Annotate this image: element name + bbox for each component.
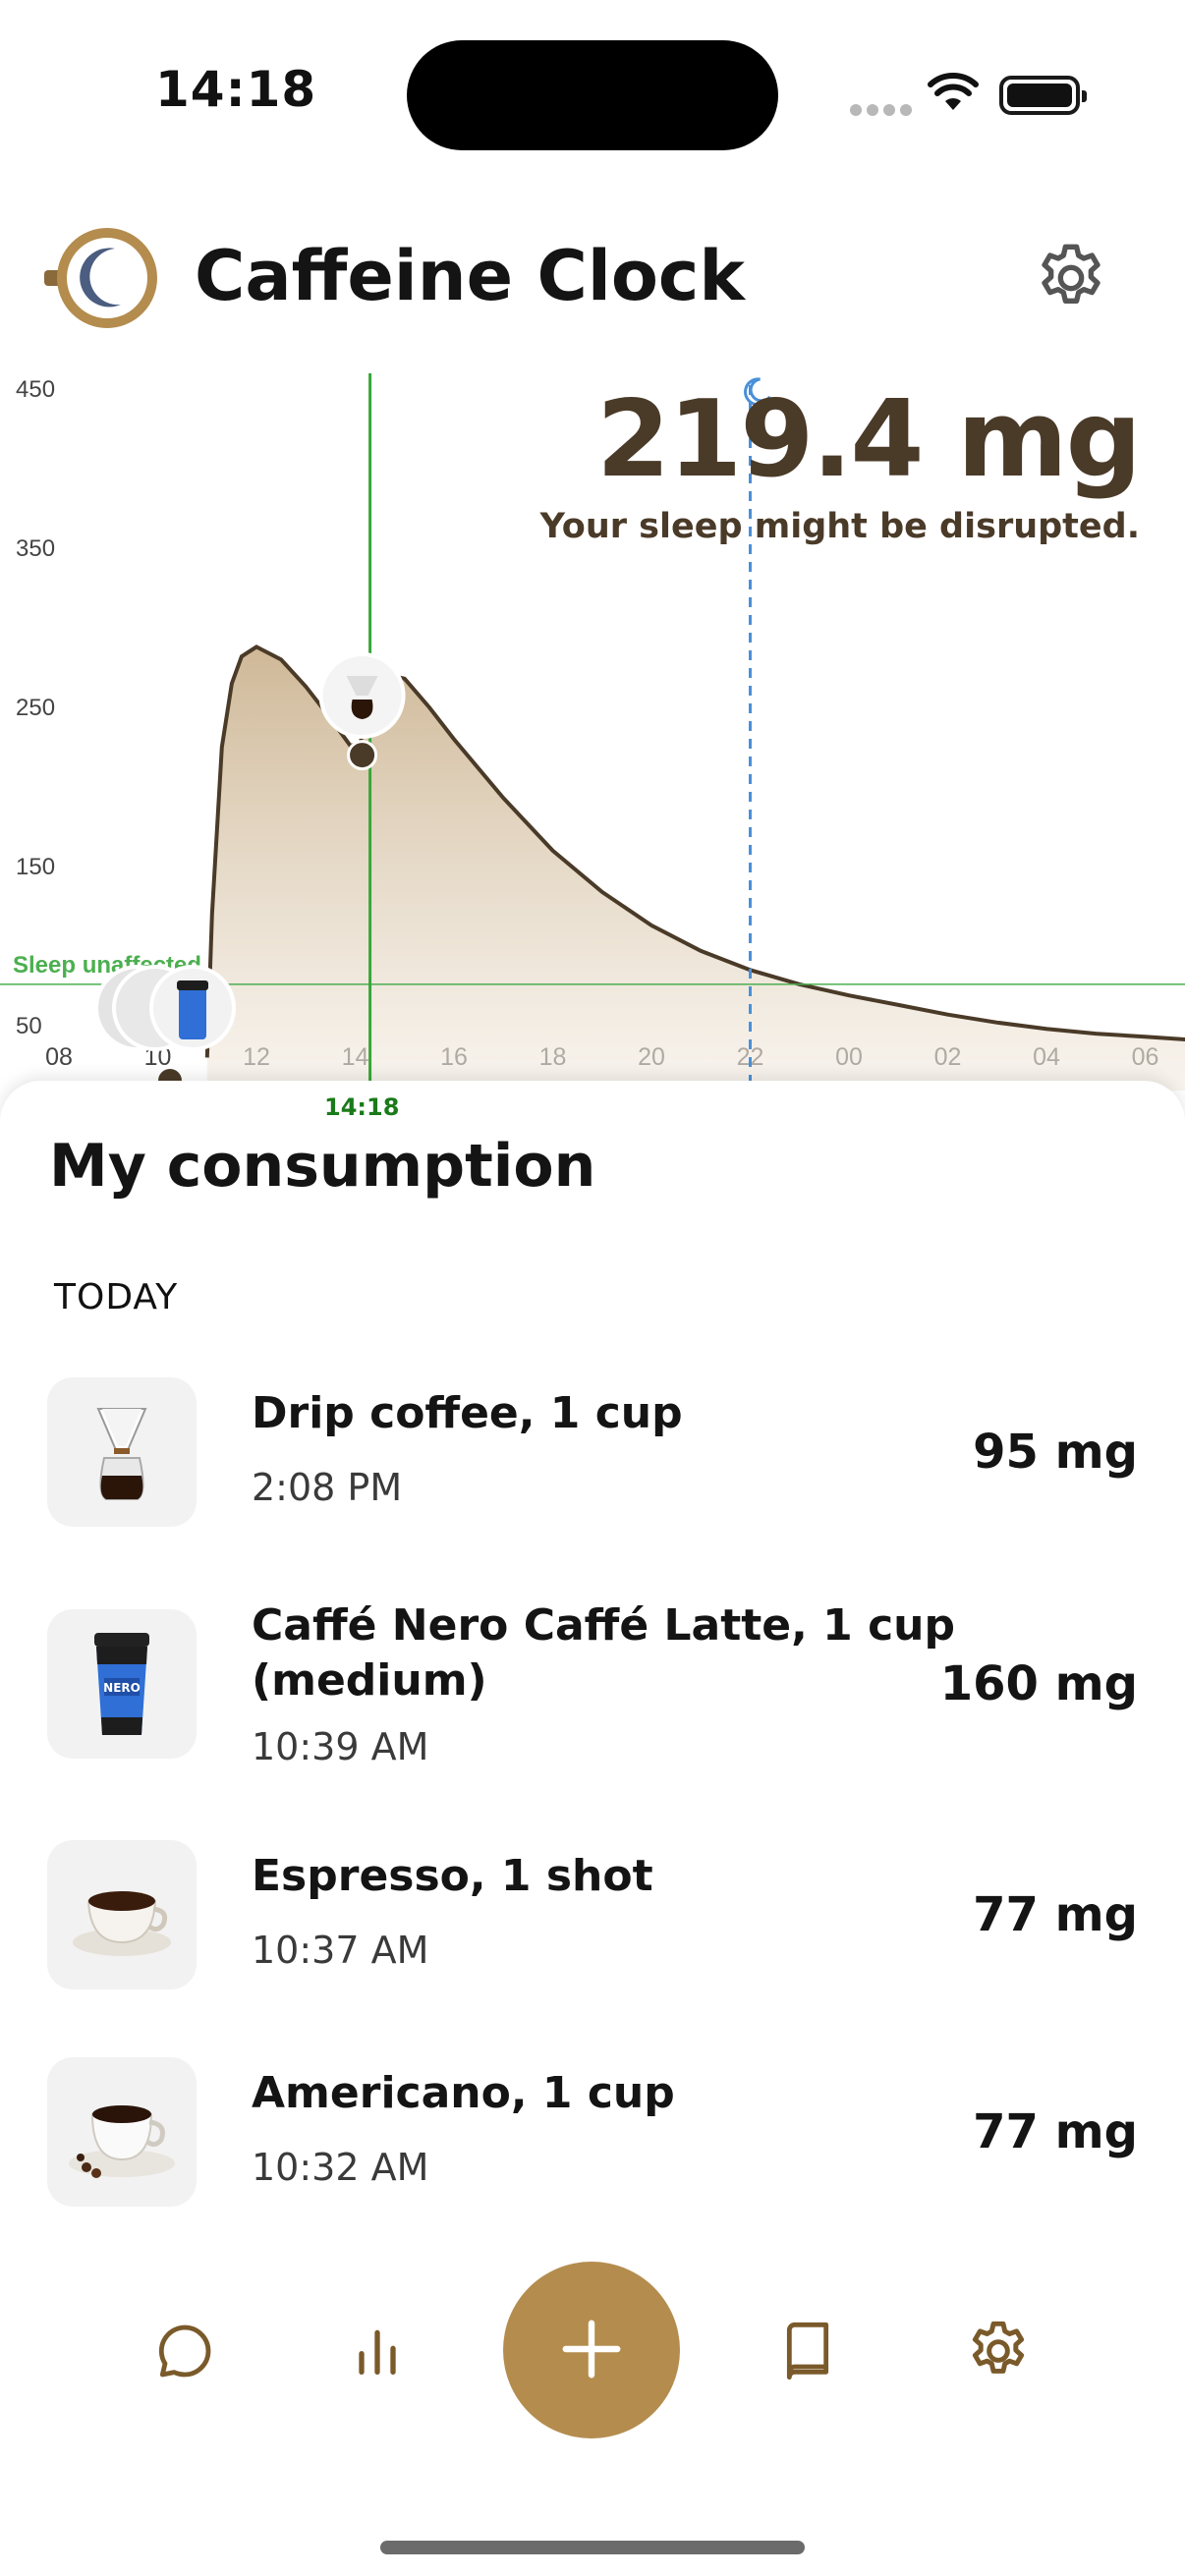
latte-marker-lid [177, 980, 208, 990]
consumption-title: My consumption [49, 1132, 596, 1201]
item-caffeine-mg: 77 mg [973, 1887, 1138, 1942]
item-name: Caffé Nero Caffé Latte, 1 cup [252, 1600, 955, 1651]
item-time: 2:08 PM [252, 1466, 403, 1509]
item-name: Espresso, 1 shot [252, 1851, 653, 1901]
cellular-signal-icon [850, 101, 917, 120]
espresso-icon [47, 1840, 197, 1989]
x-tick-label: 08 [45, 1043, 73, 1071]
item-time: 10:32 AM [252, 2146, 429, 2189]
add-consumption-button[interactable] [503, 2262, 680, 2438]
item-name: Americano, 1 cup [252, 2068, 675, 2118]
now-point-marker [347, 740, 378, 771]
y-tick-label: 350 [16, 535, 55, 562]
consumption-item[interactable]: Espresso, 1 shot 10:37 AM 77 mg [47, 1840, 1138, 1989]
app-title: Caffeine Clock [195, 236, 745, 316]
section-today-label: TODAY [54, 1277, 179, 1317]
item-caffeine-mg: 160 mg [939, 1656, 1138, 1711]
y-tick-label: 450 [16, 376, 55, 403]
home-indicator [380, 2541, 805, 2554]
y-tick-label: 50 [16, 1013, 42, 1039]
dynamic-island [407, 40, 778, 150]
svg-text:NERO: NERO [103, 1681, 141, 1695]
americano-icon [47, 2057, 197, 2207]
moon-clock-logo [44, 228, 157, 328]
plus-icon [562, 2320, 621, 2378]
item-name: Drip coffee, 1 cup [252, 1388, 683, 1438]
consumption-item[interactable]: Americano, 1 cup 10:32 AM 77 mg [47, 2057, 1138, 2207]
item-time: 10:39 AM [252, 1725, 429, 1768]
now-time-label: 14:18 [324, 1093, 400, 1121]
item-caffeine-mg: 95 mg [973, 1425, 1138, 1480]
bar-chart-icon[interactable] [346, 2320, 409, 2382]
settings-tab-gear-icon[interactable] [964, 2317, 1033, 2385]
sleep-status-text: Your sleep might be disrupted. [539, 507, 1140, 546]
y-tick-label: 250 [16, 695, 55, 721]
status-time: 14:18 [155, 61, 317, 118]
consumption-item[interactable]: NERO Caffé Nero Caffé Latte, 1 cup (medi… [47, 1600, 1138, 1806]
settings-gear-icon[interactable] [1032, 239, 1110, 317]
chat-bubble-icon[interactable] [153, 2320, 216, 2382]
y-tick-label: 150 [16, 854, 55, 880]
consumption-item[interactable]: Drip coffee, 1 cup 2:08 PM 95 mg [47, 1377, 1138, 1527]
item-time: 10:37 AM [252, 1929, 429, 1972]
book-icon[interactable] [776, 2320, 839, 2382]
item-caffeine-mg: 77 mg [973, 2104, 1138, 2159]
item-name-line2: (medium) [252, 1655, 487, 1706]
drip-coffee-icon [47, 1377, 197, 1527]
current-caffeine-value: 219.4 mg [595, 378, 1142, 501]
wifi-icon [928, 73, 979, 110]
latte-cup-icon: NERO [47, 1609, 197, 1759]
battery-icon [999, 76, 1087, 115]
